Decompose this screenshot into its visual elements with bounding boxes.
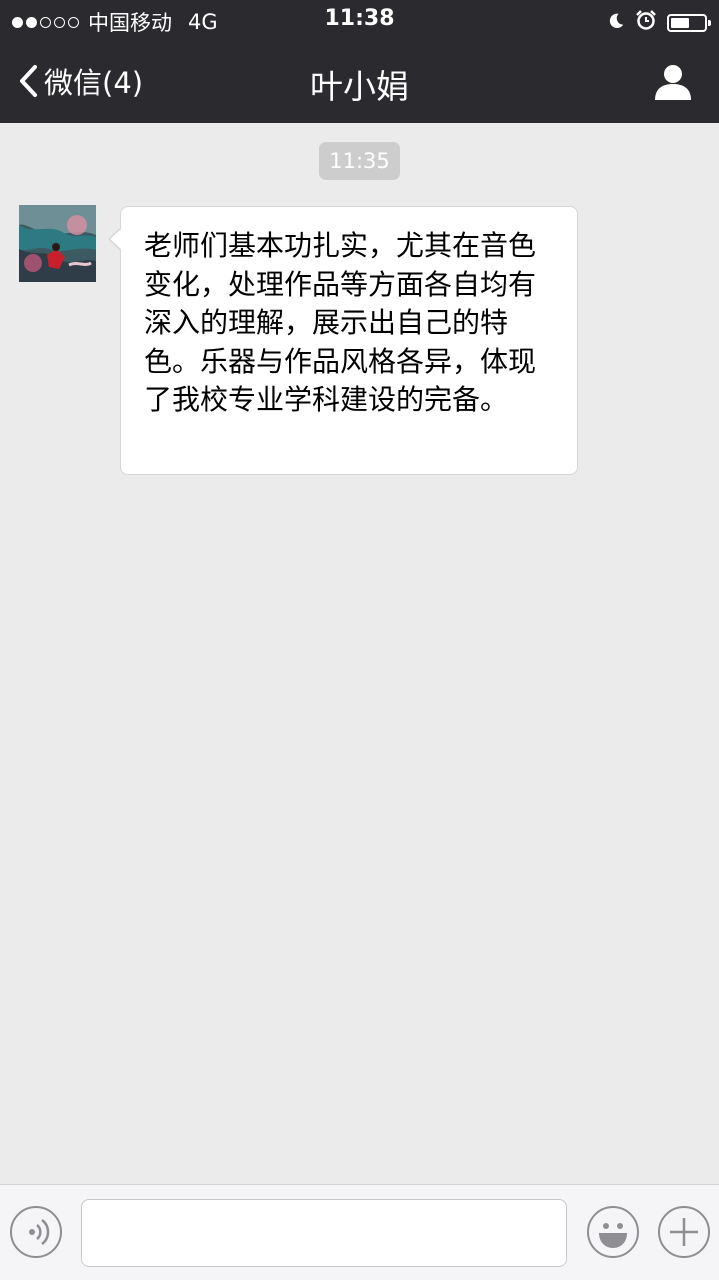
top-bar: 中国移动 4G 11:38 微信(4) 叶小娟 (0, 0, 719, 123)
status-right (607, 9, 711, 36)
message-bubble[interactable]: 老师们基本功扎实，尤其在音色变化，处理作品等方面各自均有深入的理解，展示出自己的… (120, 206, 578, 475)
message-bubble-tail-inner (110, 228, 122, 250)
message-input[interactable] (81, 1199, 567, 1267)
message-timestamp: 11:35 (319, 142, 400, 180)
chevron-left-icon (20, 65, 37, 97)
status-bar: 中国移动 4G 11:38 (0, 0, 719, 40)
more-button[interactable] (658, 1206, 710, 1258)
person-icon (655, 65, 691, 100)
profile-button[interactable] (653, 62, 693, 102)
back-button[interactable]: 微信(4) (18, 60, 143, 102)
input-bar (0, 1184, 719, 1280)
moon-icon (607, 11, 625, 35)
plus-icon (670, 1218, 698, 1246)
back-label: 微信(4) (44, 66, 144, 100)
emoji-button[interactable] (587, 1206, 639, 1258)
battery-icon (667, 13, 711, 32)
avatar[interactable] (19, 205, 96, 282)
emoji-icon (599, 1223, 627, 1248)
voice-button[interactable] (10, 1206, 62, 1258)
alarm-clock-icon (635, 9, 657, 36)
nav-bar: 微信(4) 叶小娟 (0, 40, 719, 123)
voice-icon (29, 1219, 50, 1245)
